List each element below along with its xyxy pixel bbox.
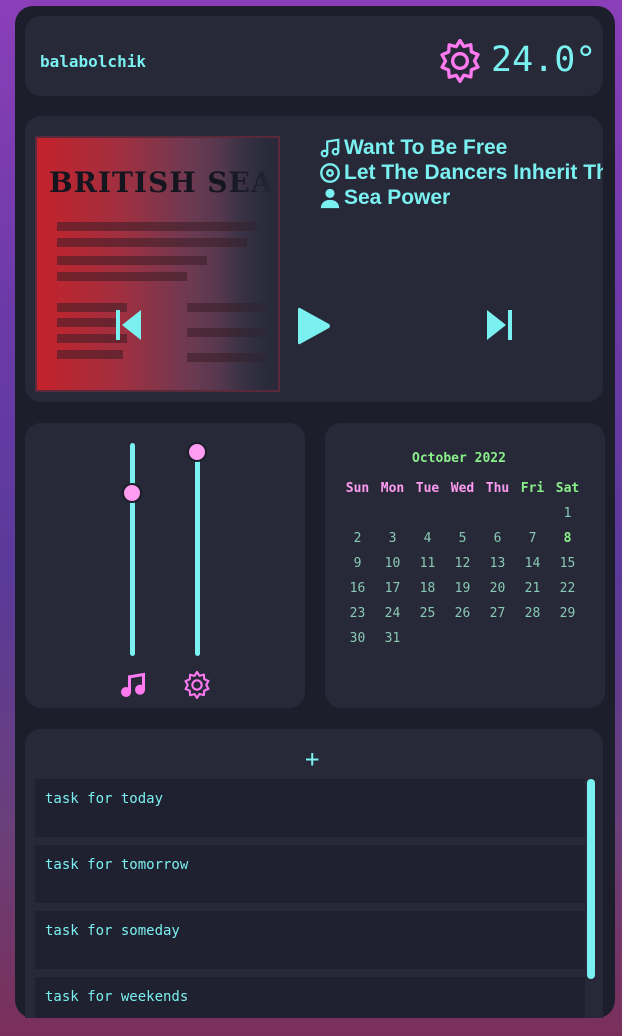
system-volume-handle[interactable]	[187, 442, 207, 462]
calendar-week-row: 1	[340, 501, 598, 526]
calendar-day[interactable]: 6	[480, 531, 515, 546]
volume-sliders	[25, 423, 305, 708]
todo-list: + task for today task for tomorrow task …	[25, 729, 603, 1018]
calendar-day[interactable]: 13	[480, 556, 515, 571]
music-note-icon	[320, 138, 340, 158]
calendar-weeks: 1 2 3 4 5 6 7 8 9 10 11 12 13 14 15 16 17 18 19 20 21 22 23 24 2…	[340, 501, 598, 651]
artist-row: Sea Power	[319, 186, 450, 210]
music-note-icon	[120, 672, 146, 698]
calendar-day[interactable]: 9	[340, 556, 375, 571]
weekday-header: Sat	[555, 481, 580, 496]
calendar-day[interactable]: 11	[410, 556, 445, 571]
music-volume-slider[interactable]	[130, 443, 135, 656]
artist-name: Sea Power	[344, 186, 451, 209]
calendar-week-row: 23 24 25 26 27 28 29	[340, 601, 598, 626]
temperature-label: 24.0°	[491, 40, 597, 80]
calendar-day[interactable]: 7	[515, 531, 550, 546]
task-item[interactable]: task for weekends	[35, 977, 585, 1018]
album-art-decoration	[57, 256, 207, 265]
add-task-button[interactable]: +	[305, 747, 319, 771]
task-label: task for weekends	[45, 989, 189, 1005]
calendar-week-row: 9 10 11 12 13 14 15	[340, 551, 598, 576]
album-art-decoration	[57, 350, 123, 359]
calendar-day[interactable]: 14	[515, 556, 550, 571]
task-label: task for tomorrow	[45, 857, 189, 873]
song-title: Want To Be Free	[344, 136, 508, 159]
top-bar: balabolchik 24.0°	[25, 16, 603, 96]
task-label: task for today	[45, 791, 164, 807]
album-art-fade	[222, 138, 278, 390]
calendar-day[interactable]: 23	[340, 606, 375, 621]
next-track-button[interactable]	[485, 309, 513, 341]
calendar-week-row: 30 31	[340, 626, 598, 651]
calendar-day[interactable]: 12	[445, 556, 480, 571]
calendar-day[interactable]: 27	[480, 606, 515, 621]
calendar-day[interactable]: 22	[550, 581, 585, 596]
album-art-decoration	[57, 318, 117, 327]
task-item[interactable]: task for today	[35, 779, 585, 837]
album-row: Let The Dancers Inherit The Party	[319, 161, 603, 185]
system-volume-slider[interactable]	[195, 443, 200, 656]
album-title: Let The Dancers Inherit The Party	[344, 161, 603, 184]
task-item[interactable]: task for someday	[35, 911, 585, 969]
calendar-day[interactable]: 26	[445, 606, 480, 621]
calendar-day[interactable]: 5	[445, 531, 480, 546]
album-art-decoration	[57, 238, 247, 247]
calendar-day[interactable]: 29	[550, 606, 585, 621]
album-art-decoration	[57, 272, 187, 281]
calendar-day[interactable]: 10	[375, 556, 410, 571]
calendar-day[interactable]: 4	[410, 531, 445, 546]
calendar-week-row: 2345678	[340, 526, 598, 551]
weekday-header: Thu	[485, 481, 510, 496]
calendar-day[interactable]: 15	[550, 556, 585, 571]
gear-icon	[184, 671, 210, 699]
calendar-day[interactable]: 17	[375, 581, 410, 596]
song-row: Want To Be Free	[319, 136, 507, 160]
username-label: balabolchik	[40, 52, 146, 71]
calendar-weekday-row: Sun Mon Tue Wed Thu Fri Sat	[340, 476, 598, 501]
album-art: BRITISH SEA POWER	[35, 136, 280, 392]
calendar-day[interactable]: 31	[375, 631, 410, 646]
calendar-day[interactable]: 1	[550, 506, 585, 521]
calendar-month-title: October 2022	[412, 451, 506, 466]
calendar-day[interactable]: 8	[550, 531, 585, 546]
weekday-header: Tue	[415, 481, 440, 496]
calendar-grid: Sun Mon Tue Wed Thu Fri Sat 1 2 3 4 5 6 7 8 9 10 1…	[340, 476, 598, 651]
calendar-day[interactable]: 18	[410, 581, 445, 596]
gear-icon	[440, 39, 480, 83]
calendar-day[interactable]: 3	[375, 531, 410, 546]
weekday-header: Fri	[520, 481, 545, 496]
task-list-scrollbar[interactable]	[587, 779, 595, 979]
weekday-header: Wed	[450, 481, 475, 496]
play-button[interactable]	[297, 306, 331, 346]
weekday-header: Sun	[345, 481, 370, 496]
weekday-header: Mon	[380, 481, 405, 496]
calendar-day[interactable]: 21	[515, 581, 550, 596]
calendar-day[interactable]: 2	[340, 531, 375, 546]
music-volume-handle[interactable]	[122, 482, 142, 503]
calendar-day[interactable]: 28	[515, 606, 550, 621]
calendar-day[interactable]: 16	[340, 581, 375, 596]
calendar-day[interactable]: 25	[410, 606, 445, 621]
calendar: October 2022 Sun Mon Tue Wed Thu Fri Sat…	[325, 423, 605, 708]
calendar-day[interactable]: 19	[445, 581, 480, 596]
music-player: BRITISH SEA POWER Want To Be Free Let Th…	[25, 116, 603, 402]
calendar-day[interactable]: 20	[480, 581, 515, 596]
person-icon	[320, 188, 340, 209]
task-label: task for someday	[45, 923, 180, 939]
calendar-day[interactable]: 30	[340, 631, 375, 646]
disc-icon	[320, 163, 340, 183]
task-item[interactable]: task for tomorrow	[35, 845, 585, 903]
calendar-day[interactable]: 24	[375, 606, 410, 621]
previous-track-button[interactable]	[115, 309, 143, 341]
calendar-week-row: 16 17 18 19 20 21 22	[340, 576, 598, 601]
